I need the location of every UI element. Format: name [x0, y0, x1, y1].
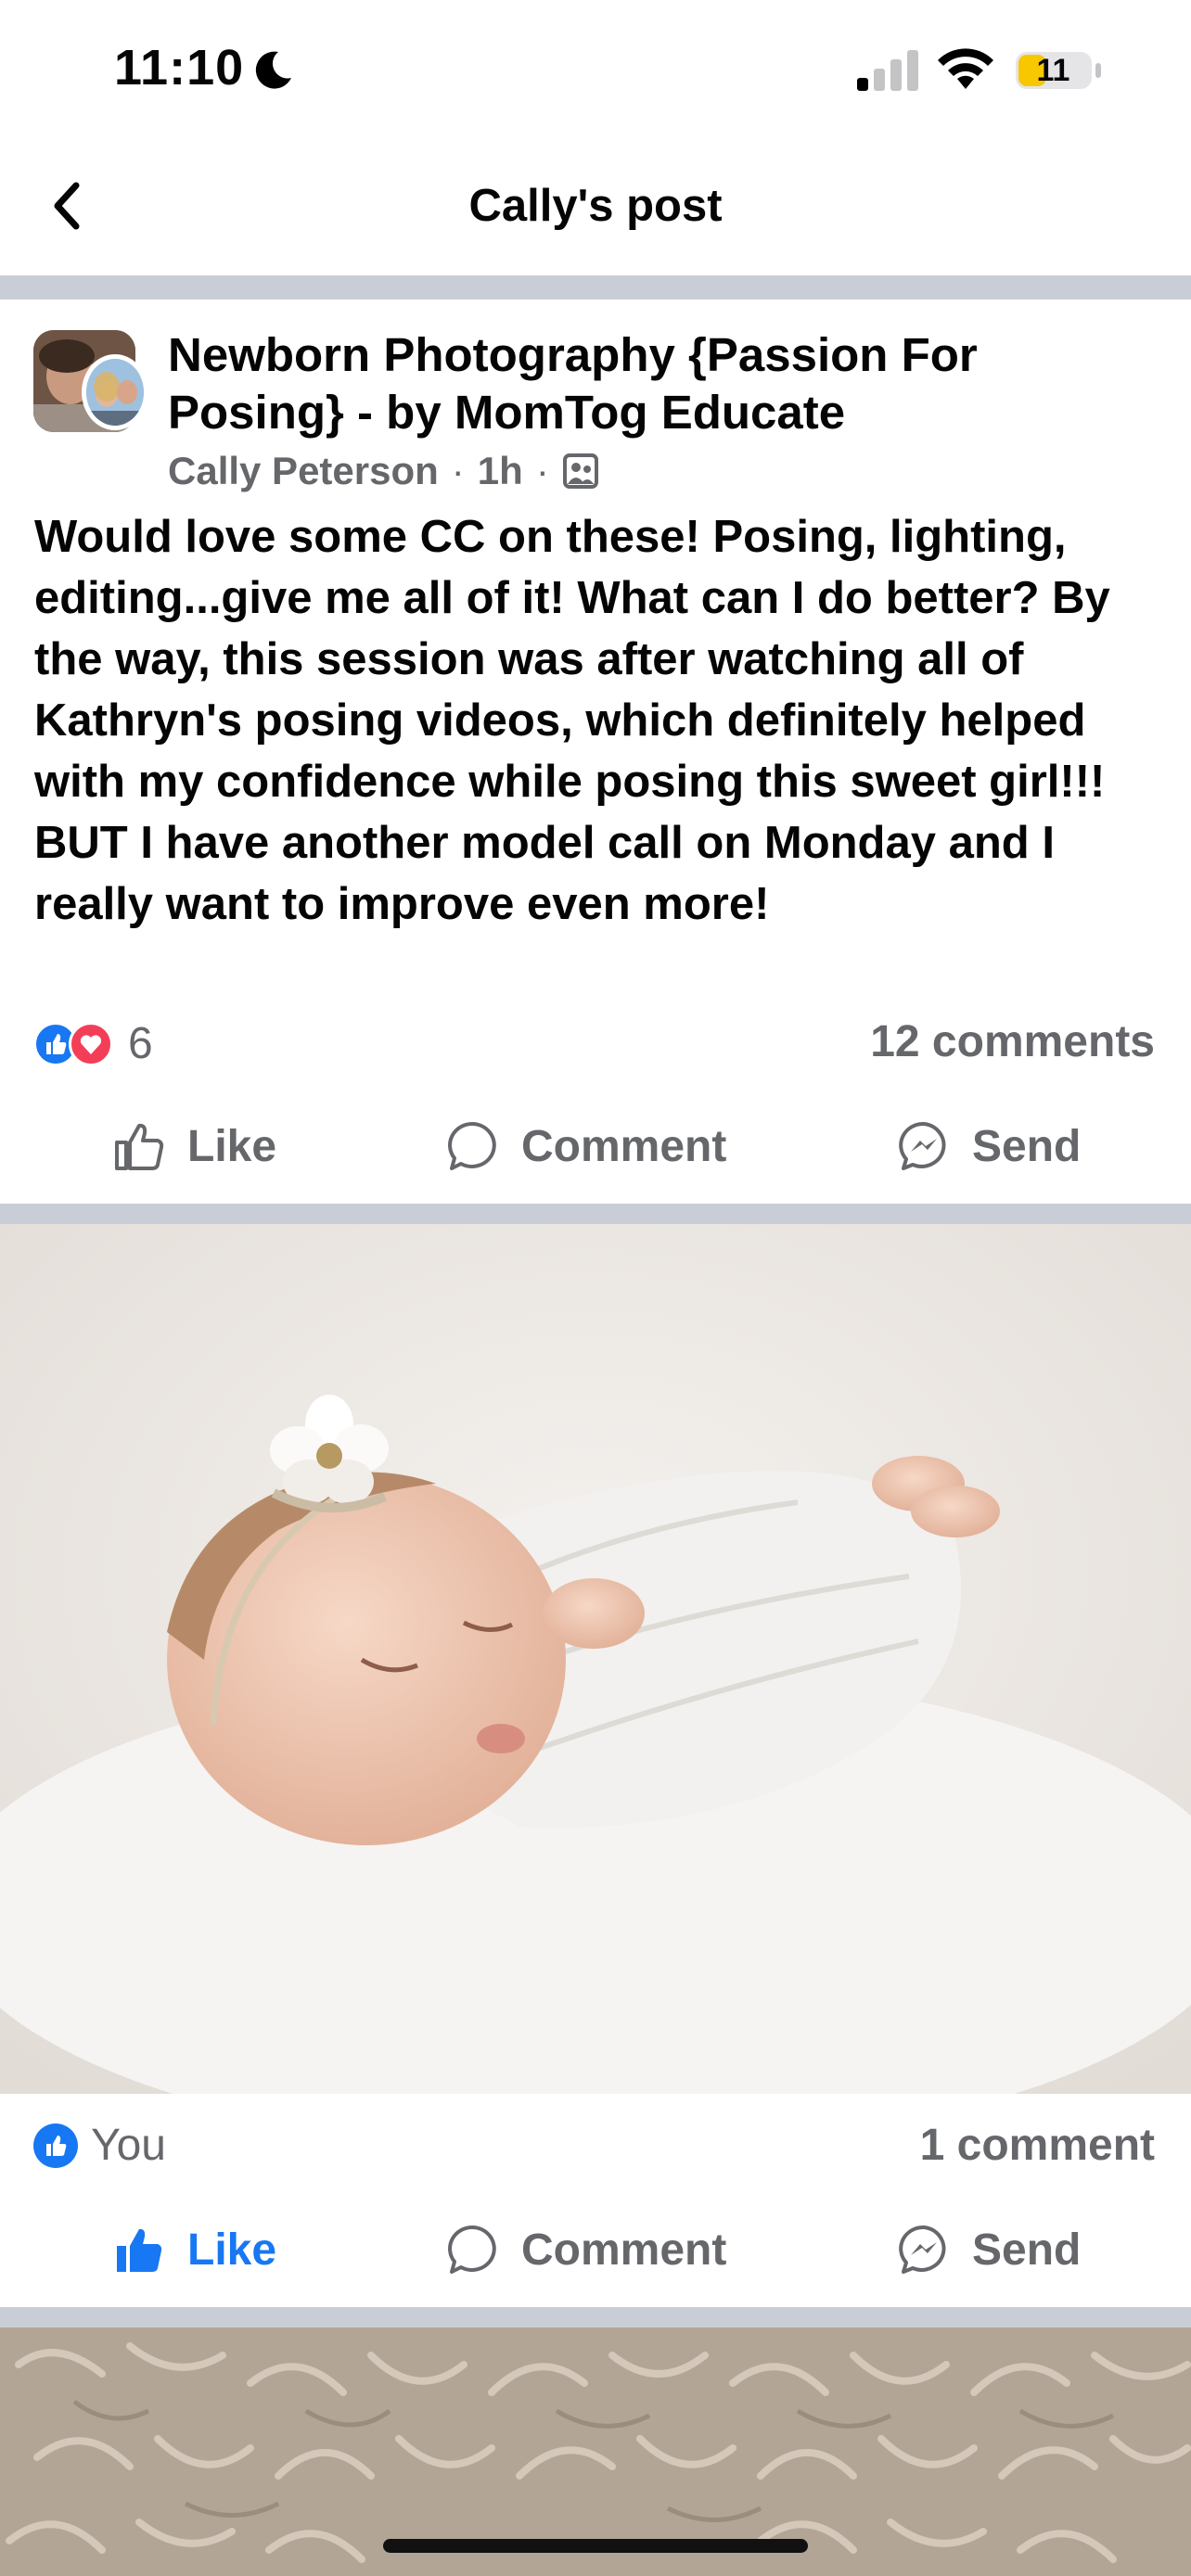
wifi-icon: [938, 48, 993, 89]
status-bar: 11:10 11: [0, 0, 1191, 139]
divider: [0, 1204, 1191, 1224]
meta-separator: ·: [535, 449, 549, 492]
post-header-bar: Cally's post: [0, 139, 1191, 276]
photo-comment-count[interactable]: 1 comment: [920, 2120, 1155, 2171]
battery-level: 11: [1036, 53, 1070, 88]
photo-reaction-summary[interactable]: You: [33, 2120, 166, 2171]
page-title: Cally's post: [468, 181, 723, 231]
thumbs-up-outline-icon: [115, 1123, 164, 1170]
comment-button[interactable]: Comment: [445, 2203, 726, 2296]
reaction-summary[interactable]: 6: [33, 1018, 153, 1069]
send-label: Send: [972, 1121, 1082, 1171]
post-time[interactable]: 1h: [478, 449, 523, 493]
divider: [0, 2307, 1191, 2327]
status-time: 11:10: [114, 40, 245, 96]
comment-label: Comment: [521, 1121, 727, 1171]
author-avatar[interactable]: [82, 354, 148, 430]
send-button[interactable]: Send: [896, 2203, 1081, 2296]
post-meta: Cally Peterson · 1h ·: [168, 449, 599, 493]
author-name[interactable]: Cally Peterson: [168, 449, 439, 493]
messenger-icon: [899, 1121, 946, 1170]
group-name[interactable]: Newborn Photography {Passion For Posing}…: [168, 326, 1151, 441]
thumbs-up-filled-icon: [117, 2228, 162, 2272]
love-reaction-icon: [69, 1021, 113, 1066]
comment-bubble-icon: [448, 2225, 496, 2274]
comment-label: Comment: [521, 2225, 727, 2275]
reaction-count: 6: [128, 1019, 153, 1068]
post-action-bar: Like Comment Send: [0, 1100, 1191, 1192]
like-button[interactable]: Like: [111, 2203, 276, 2296]
like-label: Like: [187, 1121, 277, 1171]
home-indicator[interactable]: [383, 2539, 808, 2553]
group-members-icon: [562, 453, 598, 489]
post-photo-newborn[interactable]: [0, 1224, 1191, 2094]
comment-bubble-icon: [448, 1121, 496, 1170]
divider: [0, 275, 1191, 300]
meta-separator: ·: [451, 449, 465, 492]
like-button[interactable]: Like: [111, 1100, 276, 1192]
cellular-signal-icon: [857, 50, 918, 91]
messenger-icon: [899, 2225, 946, 2274]
send-button[interactable]: Send: [896, 1100, 1081, 1192]
photo-action-bar: Like Comment Send: [0, 2203, 1191, 2296]
like-label: Like: [187, 2225, 277, 2275]
comment-count[interactable]: 12 comments: [870, 1016, 1155, 1067]
post-text: Would love some CC on these! Posing, lig…: [34, 512, 1110, 929]
moon-icon: [255, 51, 291, 89]
like-reaction-icon: [33, 2123, 78, 2168]
comment-button[interactable]: Comment: [445, 1100, 726, 1192]
send-label: Send: [972, 2225, 1082, 2275]
reacted-by: You: [91, 2121, 166, 2170]
